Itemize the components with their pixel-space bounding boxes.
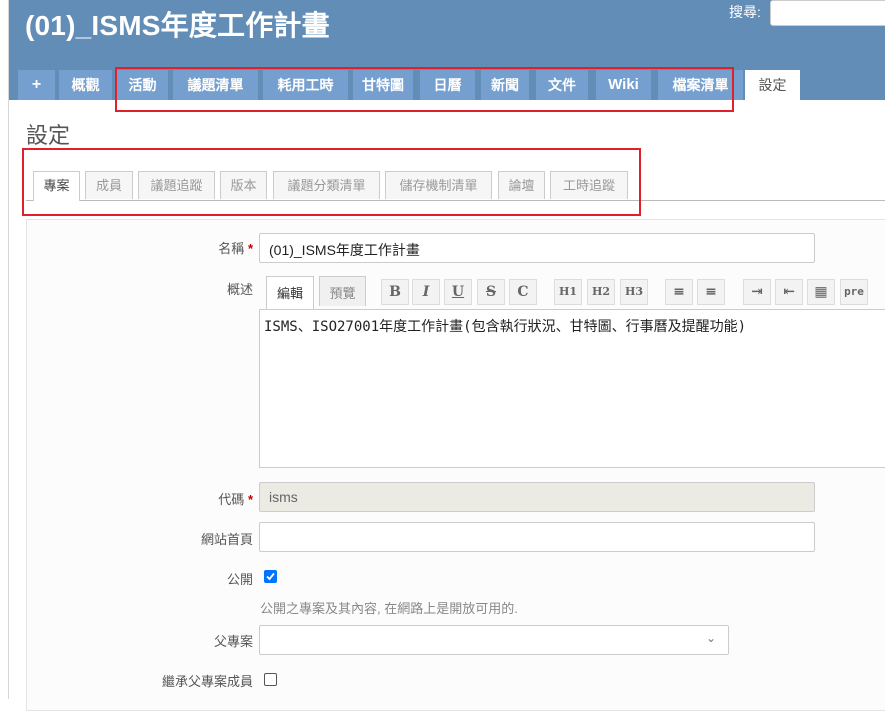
inherit-members-checkbox[interactable] (264, 673, 277, 686)
homepage-field[interactable] (259, 522, 815, 552)
highlight-box-subtabs (22, 148, 641, 216)
checkmark-icon (266, 572, 275, 581)
table-icon[interactable]: ▦ (807, 279, 835, 305)
public-label: 公開 (226, 572, 253, 587)
ordered-list-icon[interactable]: ≡ (697, 279, 725, 305)
search-label: 搜尋: (729, 4, 761, 20)
public-checkbox[interactable] (264, 570, 277, 583)
identifier-field: isms (259, 482, 815, 512)
name-field[interactable]: (01)_ISMS年度工作計畫 (259, 233, 815, 263)
new-object-button[interactable]: + (18, 70, 55, 100)
homepage-label: 網站首頁 (200, 532, 253, 547)
bold-icon[interactable]: B (381, 279, 409, 305)
preformatted-icon[interactable]: pre (840, 279, 868, 305)
project-title: (01)_ISMS年度工作計畫 (25, 10, 330, 41)
identifier-label: 代碼 * (218, 492, 253, 507)
parent-project-select[interactable] (259, 625, 729, 655)
indent-icon[interactable]: ⇥ (743, 279, 771, 305)
parent-label: 父專案 (213, 634, 253, 649)
heading3-icon[interactable]: H3 (620, 279, 648, 305)
heading1-icon[interactable]: H1 (554, 279, 582, 305)
editor-tab-edit[interactable]: 編輯 (266, 276, 314, 309)
chevron-down-icon: ⌄ (706, 631, 717, 645)
tab-overview[interactable]: 概觀 (59, 70, 112, 100)
inherit-members-label: 繼承父專案成員 (161, 674, 253, 689)
italic-icon[interactable]: I (412, 279, 440, 305)
strikethrough-icon[interactable]: S (477, 279, 505, 305)
public-hint: 公開之專案及其內容, 在網路上是開放可用的. (260, 601, 518, 616)
left-window-edge (0, 0, 9, 699)
description-label: 概述 (226, 282, 253, 297)
highlight-box-menu (115, 67, 734, 112)
tab-settings[interactable]: 設定 (745, 70, 800, 100)
name-label: 名稱 * (218, 241, 253, 256)
description-textarea[interactable]: ISMS、ISO27001年度工作計畫(包含執行狀況、甘特圖、行事曆及提醒功能) (259, 309, 885, 468)
code-icon[interactable]: C (509, 279, 537, 305)
underline-icon[interactable]: U (444, 279, 472, 305)
page-title: 設定 (26, 123, 71, 148)
outdent-icon[interactable]: ⇤ (775, 279, 803, 305)
unordered-list-icon[interactable]: ≡ (665, 279, 693, 305)
search-input[interactable] (770, 0, 885, 26)
heading2-icon[interactable]: H2 (587, 279, 615, 305)
editor-tab-preview[interactable]: 預覽 (319, 276, 366, 306)
